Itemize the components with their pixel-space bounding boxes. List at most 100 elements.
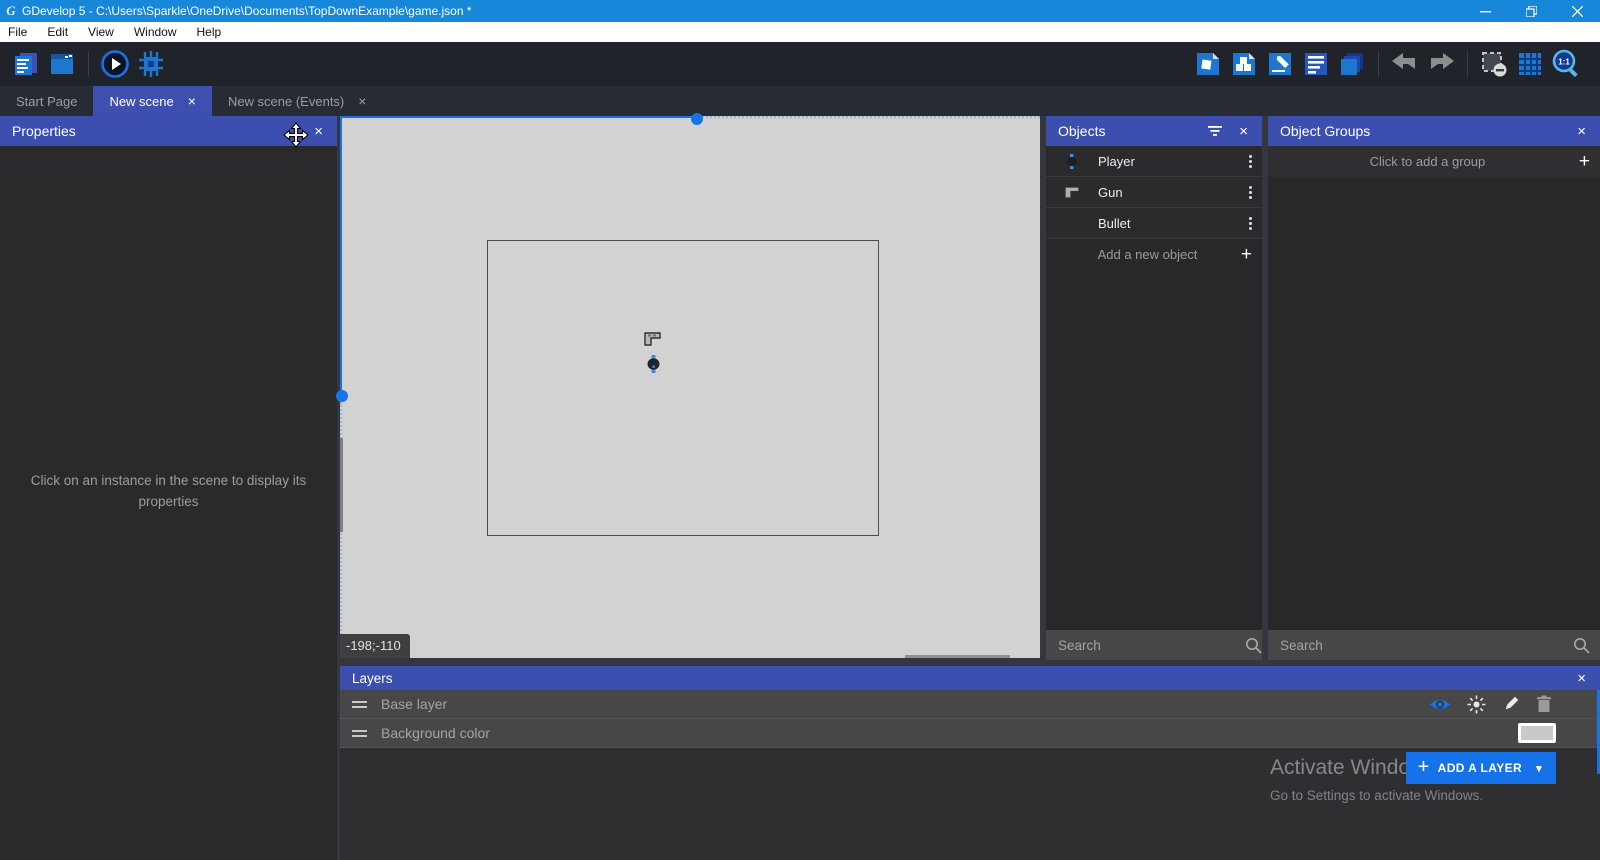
window-controls: [1462, 0, 1600, 22]
menu-help[interactable]: Help: [187, 22, 232, 42]
open-object-groups-panel-button[interactable]: [1229, 49, 1259, 79]
layer-name: Background color: [381, 725, 490, 741]
close-icon: [1572, 6, 1583, 17]
window-title: GDevelop 5 - C:\Users\Sparkle\OneDrive\D…: [22, 4, 472, 18]
tab-new-scene[interactable]: New scene ×: [93, 86, 212, 116]
open-objects-panel-button[interactable]: [1193, 49, 1223, 79]
objects-panel-header[interactable]: Objects ×: [1046, 116, 1262, 146]
play-icon: [100, 49, 130, 79]
grid-button[interactable]: [1515, 49, 1545, 79]
layer-effects-icon[interactable]: [1467, 695, 1486, 714]
restore-icon: [1526, 6, 1537, 17]
tab-close-icon[interactable]: ×: [188, 93, 196, 109]
clear-selection-button[interactable]: [1479, 49, 1509, 79]
delete-layer-trash-icon[interactable]: [1536, 695, 1552, 713]
project-manager-button[interactable]: [11, 49, 41, 79]
grid-icon: [1516, 50, 1544, 78]
open-instances-list-button[interactable]: [1301, 49, 1331, 79]
objects-search-bar: [1046, 630, 1262, 660]
canvas-hscroll-track: [702, 116, 1040, 118]
preview-play-button[interactable]: [100, 49, 130, 79]
zoom-reset-button[interactable]: 1:1: [1551, 49, 1581, 79]
object-groups-panel: Object Groups × Click to add a group +: [1268, 116, 1600, 660]
edit-layer-pencil-icon[interactable]: [1502, 695, 1520, 713]
properties-scrollbar-thumb[interactable]: [340, 438, 343, 532]
open-layers-panel-button[interactable]: [1337, 49, 1367, 79]
add-layer-button[interactable]: + ADD A LAYER ▾: [1406, 752, 1556, 784]
caret-down-icon[interactable]: ▾: [1522, 762, 1556, 775]
undo-icon: [1391, 52, 1419, 76]
toolbar-separator: [88, 51, 89, 77]
tab-new-scene-events[interactable]: New scene (Events) ×: [212, 86, 383, 116]
object-groups-close-button[interactable]: ×: [1575, 123, 1588, 140]
groups-search-bar: [1268, 630, 1600, 660]
layer-row-base[interactable]: Base layer: [340, 690, 1600, 719]
menu-window[interactable]: Window: [124, 22, 187, 42]
gun-instance[interactable]: [644, 332, 662, 347]
layer-row-background-color[interactable]: Background color: [340, 719, 1600, 748]
plus-icon: +: [1406, 756, 1438, 781]
properties-panel-title: Properties: [12, 123, 76, 139]
open-properties-panel-button[interactable]: [1265, 49, 1295, 79]
minimize-button[interactable]: [1462, 0, 1508, 22]
add-group-label: Click to add a group: [1268, 154, 1569, 169]
object-menu-button[interactable]: [1239, 217, 1262, 230]
layers-panel-icon: [1338, 50, 1366, 78]
object-row-player[interactable]: Player: [1046, 146, 1262, 177]
layers-panel-header[interactable]: Layers ×: [340, 666, 1600, 690]
watermark-subtitle: Go to Settings to activate Windows.: [1270, 788, 1483, 803]
menu-bar: File Edit View Window Help: [0, 22, 1600, 42]
start-page-icon: [48, 50, 76, 78]
tab-start-page[interactable]: Start Page: [0, 86, 93, 116]
toolbar-separator: [1378, 51, 1379, 77]
object-row-bullet[interactable]: Bullet: [1046, 208, 1262, 239]
undo-button[interactable]: [1390, 49, 1420, 79]
clear-selection-icon: [1480, 50, 1508, 78]
gun-thumbnail-icon: [1046, 186, 1098, 199]
redo-icon: [1427, 52, 1455, 76]
add-object-label: Add a new object: [1046, 247, 1231, 262]
instances-list-icon: [1302, 50, 1330, 78]
canvas-vscroll-line: [340, 116, 342, 396]
canvas-bottom-scroll-thumb[interactable]: [905, 655, 1010, 658]
minimize-icon: [1480, 6, 1491, 17]
objects-close-button[interactable]: ×: [1237, 123, 1250, 140]
plus-icon: +: [1569, 151, 1600, 173]
menu-view[interactable]: View: [78, 22, 124, 42]
object-groups-panel-icon: [1230, 50, 1258, 78]
drag-handle-icon[interactable]: [340, 730, 381, 737]
properties-close-button[interactable]: ×: [312, 123, 325, 140]
redo-button[interactable]: [1426, 49, 1456, 79]
restore-button[interactable]: [1508, 0, 1554, 22]
canvas-hscroll-thumb[interactable]: [691, 113, 703, 125]
add-group-button[interactable]: Click to add a group +: [1268, 146, 1600, 177]
visibility-eye-icon[interactable]: [1429, 697, 1451, 712]
drag-handle-icon[interactable]: [340, 701, 381, 708]
bullet-thumbnail-icon: [1046, 221, 1098, 225]
properties-empty-message: Click on an instance in the scene to dis…: [24, 471, 313, 513]
tab-close-icon[interactable]: ×: [358, 93, 366, 109]
object-groups-panel-header[interactable]: Object Groups ×: [1268, 116, 1600, 146]
filter-icon[interactable]: [1207, 125, 1223, 137]
player-instance[interactable]: [646, 355, 661, 373]
object-menu-button[interactable]: [1239, 155, 1262, 168]
layer-actions: [1429, 695, 1600, 714]
background-color-swatch[interactable]: [1518, 723, 1556, 743]
menu-edit[interactable]: Edit: [37, 22, 78, 42]
groups-search-input[interactable]: [1268, 638, 1563, 653]
object-menu-button[interactable]: [1239, 186, 1262, 199]
objects-search-input[interactable]: [1046, 638, 1235, 653]
debug-icon: [136, 49, 166, 79]
canvas-vscroll-thumb[interactable]: [336, 390, 348, 402]
object-name: Bullet: [1098, 216, 1239, 231]
debug-button[interactable]: [136, 49, 166, 79]
scene-canvas[interactable]: -198;-110: [340, 116, 1040, 658]
menu-file[interactable]: File: [0, 22, 37, 42]
layers-close-button[interactable]: ×: [1575, 670, 1588, 687]
object-row-gun[interactable]: Gun: [1046, 177, 1262, 208]
start-page-button[interactable]: [47, 49, 77, 79]
tab-label: New scene: [109, 94, 173, 109]
tab-bar: Start Page New scene × New scene (Events…: [0, 86, 1600, 116]
close-button[interactable]: [1554, 0, 1600, 22]
add-new-object-button[interactable]: Add a new object +: [1046, 239, 1262, 270]
